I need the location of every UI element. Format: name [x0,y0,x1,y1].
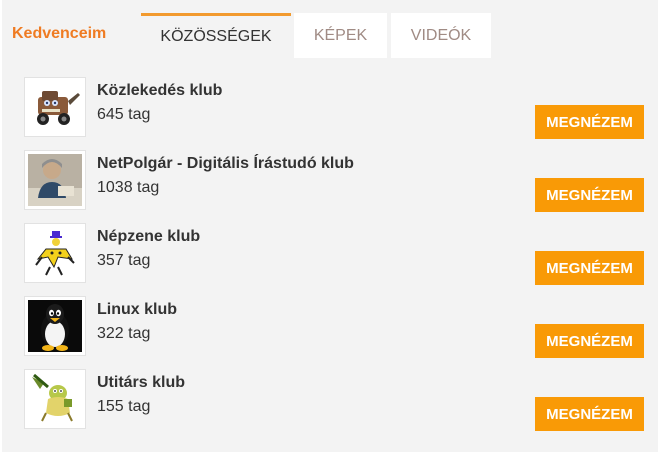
panel-title: Kedvenceim [12,25,107,42]
view-button[interactable]: MEGNÉZEM [535,397,644,431]
list-item: NetPolgár - Digitális Írástudó klub 1038… [2,148,660,212]
club-title[interactable]: Utitárs klub [97,374,185,392]
view-button[interactable]: MEGNÉZEM [535,105,644,139]
person-photo-icon[interactable] [24,150,86,210]
list-item: Linux klub 322 tag MEGNÉZEM [2,294,660,358]
member-count: 155 tag [97,398,151,415]
view-button[interactable]: MEGNÉZEM [535,178,644,212]
club-title[interactable]: Közlekedés klub [97,82,222,100]
member-count: 645 tag [97,106,151,123]
tow-truck-cartoon-icon[interactable] [24,77,86,137]
tab-videos[interactable]: VIDEÓK [391,13,491,58]
favorites-panel: Kedvenceim KÖZÖSSÉGEK KÉPEK VIDEÓK Közle… [2,0,658,452]
traveler-creature-icon[interactable] [24,369,86,429]
member-count: 1038 tag [97,179,160,196]
tab-communities[interactable]: KÖZÖSSÉGEK [141,13,291,58]
tab-images[interactable]: KÉPEK [294,13,387,58]
member-count: 322 tag [97,325,151,342]
folk-dancer-figure-icon[interactable] [24,223,86,283]
view-button[interactable]: MEGNÉZEM [535,324,644,358]
tux-penguin-icon[interactable] [24,296,86,356]
list-item: Utitárs klub 155 tag MEGNÉZEM [2,367,660,431]
view-button[interactable]: MEGNÉZEM [535,251,644,285]
list-item: Népzene klub 357 tag MEGNÉZEM [2,221,660,285]
club-title[interactable]: Népzene klub [97,228,200,246]
club-title[interactable]: NetPolgár - Digitális Írástudó klub [97,155,354,173]
list-item: Közlekedés klub 645 tag MEGNÉZEM [2,75,660,139]
club-title[interactable]: Linux klub [97,301,177,319]
member-count: 357 tag [97,252,151,269]
